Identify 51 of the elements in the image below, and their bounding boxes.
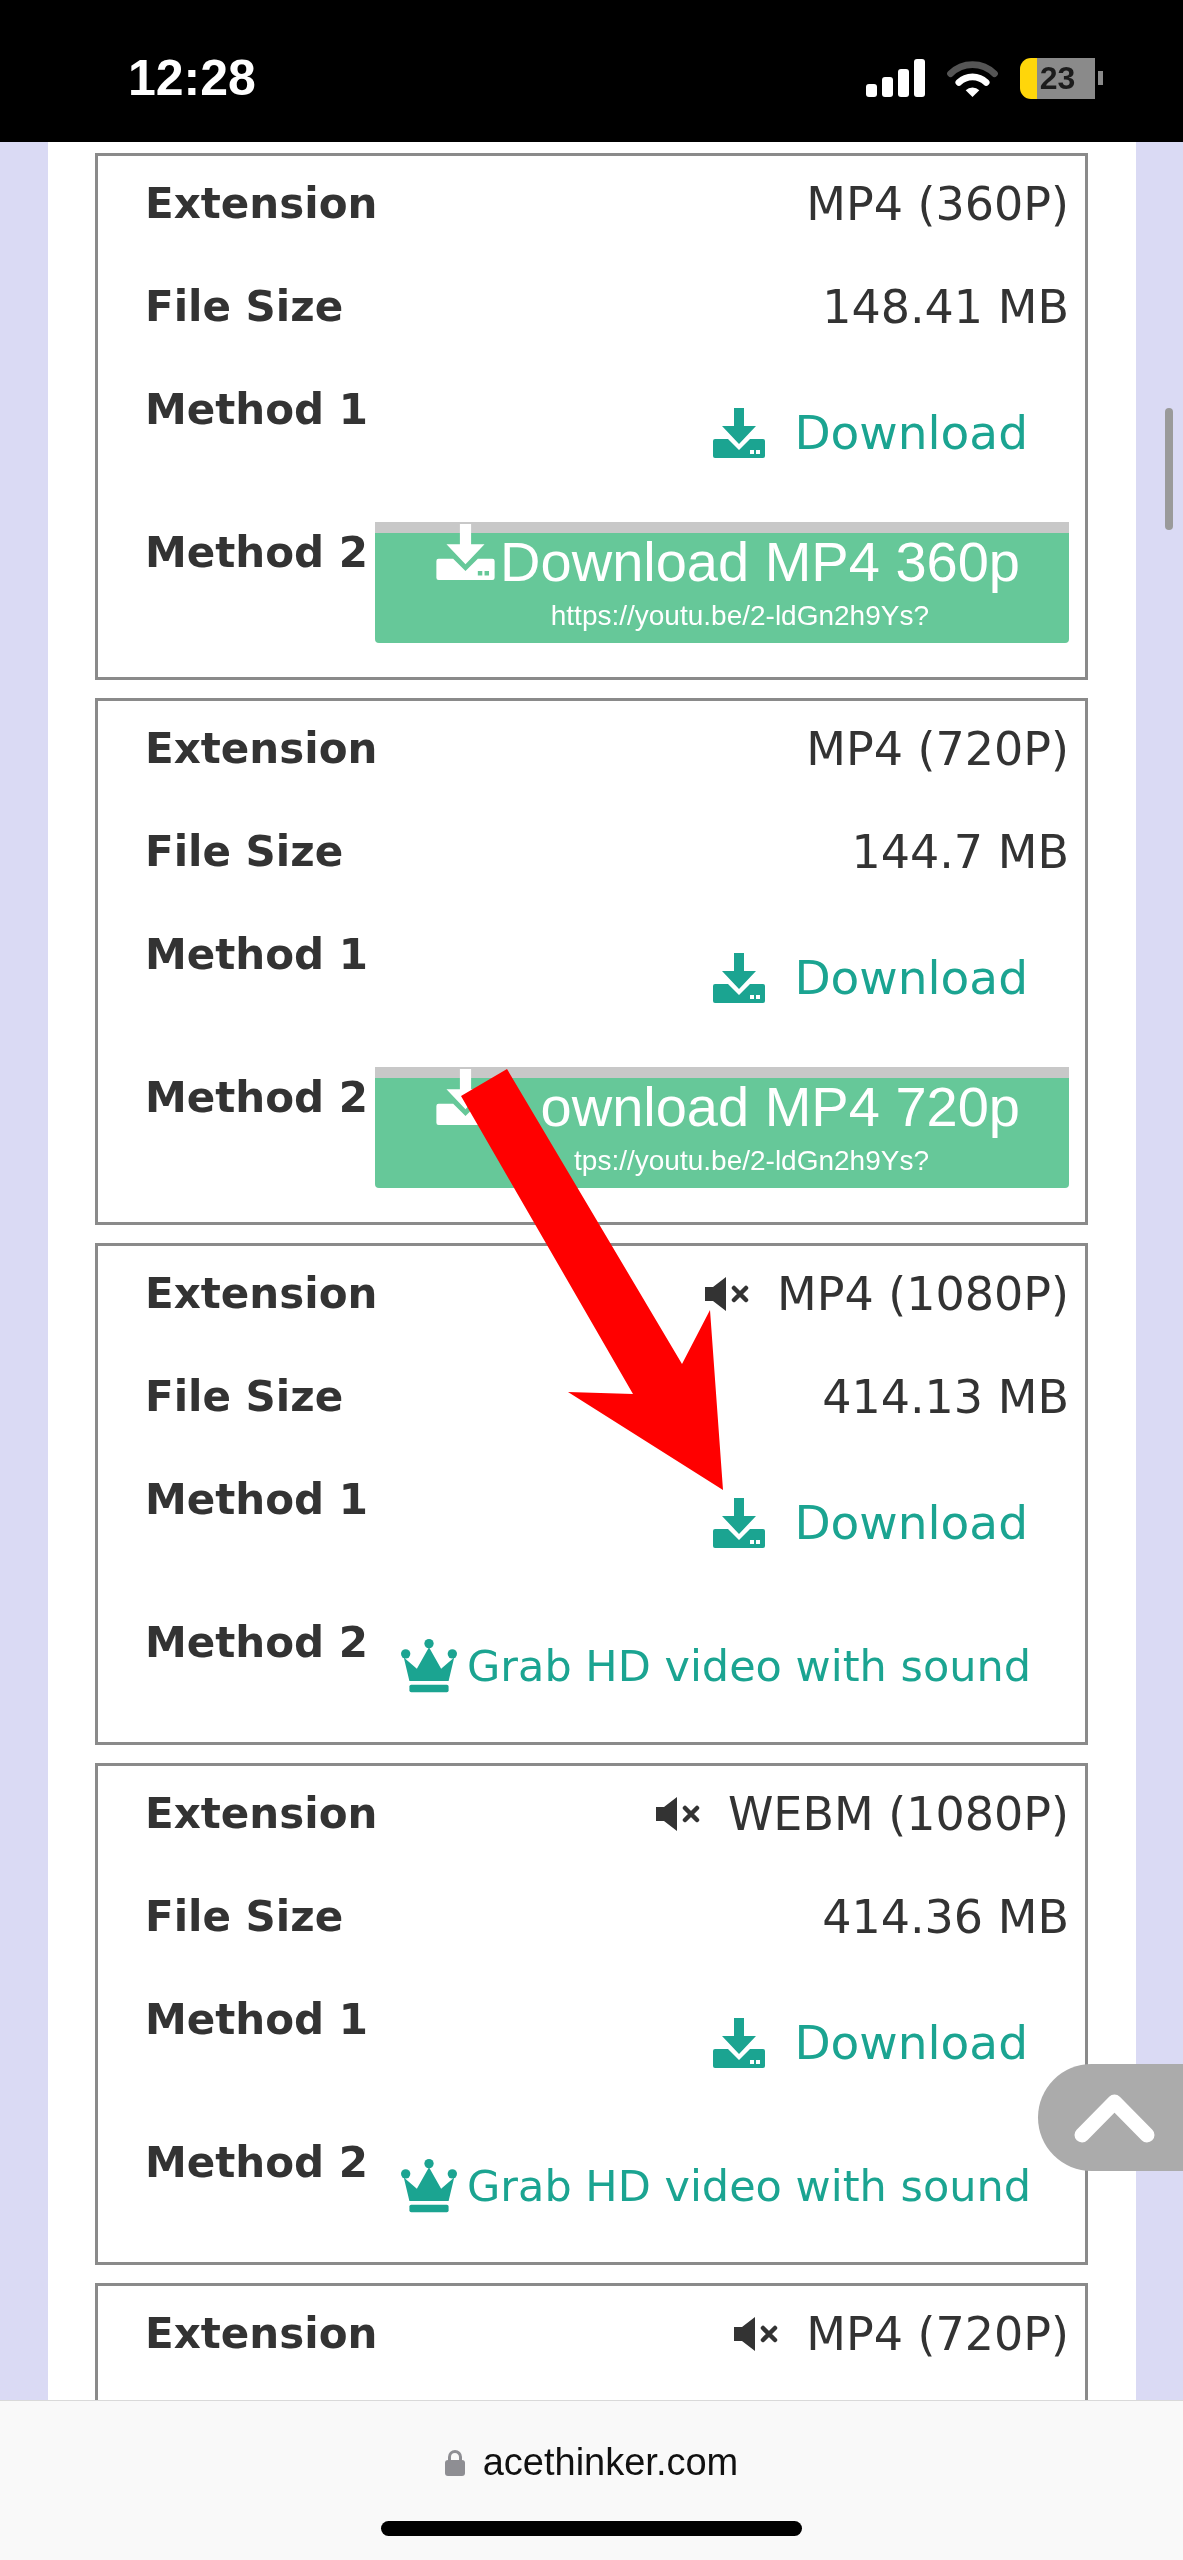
field-label: Method 2 [145,1073,369,1123]
field-label: Extension [145,2309,378,2359]
battery-indicator: 23 [1020,57,1103,99]
status-time: 12:28 [128,50,256,106]
field-value: MP4 (360P) [806,179,1069,229]
download-icon [436,524,496,580]
field-label: Method 2 [145,1618,369,1668]
download-button[interactable]: Download MP4 360p https://youtu.be/2-ldGn2h9Ys? [375,522,1069,643]
download-icon [713,408,766,458]
download-icon [713,1498,766,1548]
download-icon [713,2018,766,2068]
field-label: Method 2 [145,2138,369,2188]
field-label: Extension [145,1269,378,1319]
field-value: WEBM (1080P) [727,1789,1069,1839]
field-value: MP4 (720P) [806,724,1069,774]
download-button[interactable]: ownload MP4 720p tps://youtu.be/2-ldGn2h9Ys? [375,1067,1069,1188]
field-label: Method 1 [145,1475,369,1525]
field-label: File Size [145,1892,344,1942]
back-to-top-button[interactable] [1038,2064,1183,2171]
field-label: Extension [145,179,378,229]
crown-icon [401,2158,458,2214]
field-label: Extension [145,724,378,774]
wifi-icon [947,59,998,97]
hd-video-link[interactable]: Grab HD video with sound [401,2158,1031,2214]
crown-icon [401,1638,458,1694]
signal-icon [866,59,925,97]
download-link[interactable]: Download [713,1495,1028,1551]
field-value: 144.7 MB [851,827,1069,877]
field-label: File Size [145,282,344,332]
download-link[interactable]: Download [713,2015,1028,2071]
field-value: MP4 (720P) [806,2309,1069,2359]
video-url: tps://youtu.be/2-ldGn2h9Ys? [574,1146,929,1176]
field-value: MP4 (1080P) [777,1269,1069,1319]
download-link[interactable]: Download [713,950,1028,1006]
field-label: Extension [145,1789,378,1839]
field-label: File Size [145,827,344,877]
field-value: 414.13 MB [822,1372,1069,1422]
lock-icon [444,2448,465,2476]
field-label: Method 1 [145,385,369,435]
chevron-up-icon [1074,2092,1155,2143]
field-label: Method 1 [145,930,369,980]
address-text[interactable]: acethinker.com [482,2440,739,2484]
field-label: Method 2 [145,528,369,578]
download-icon [713,953,766,1003]
field-value: 414.36 MB [822,1892,1069,1942]
field-value: 148.41 MB [822,282,1069,332]
video-url: https://youtu.be/2-ldGn2h9Ys? [550,601,929,631]
field-label: Method 1 [145,1995,369,2045]
hd-video-link[interactable]: Grab HD video with sound [401,1638,1031,1694]
download-link[interactable]: Download [713,405,1028,461]
field-label: File Size [145,1372,344,1422]
